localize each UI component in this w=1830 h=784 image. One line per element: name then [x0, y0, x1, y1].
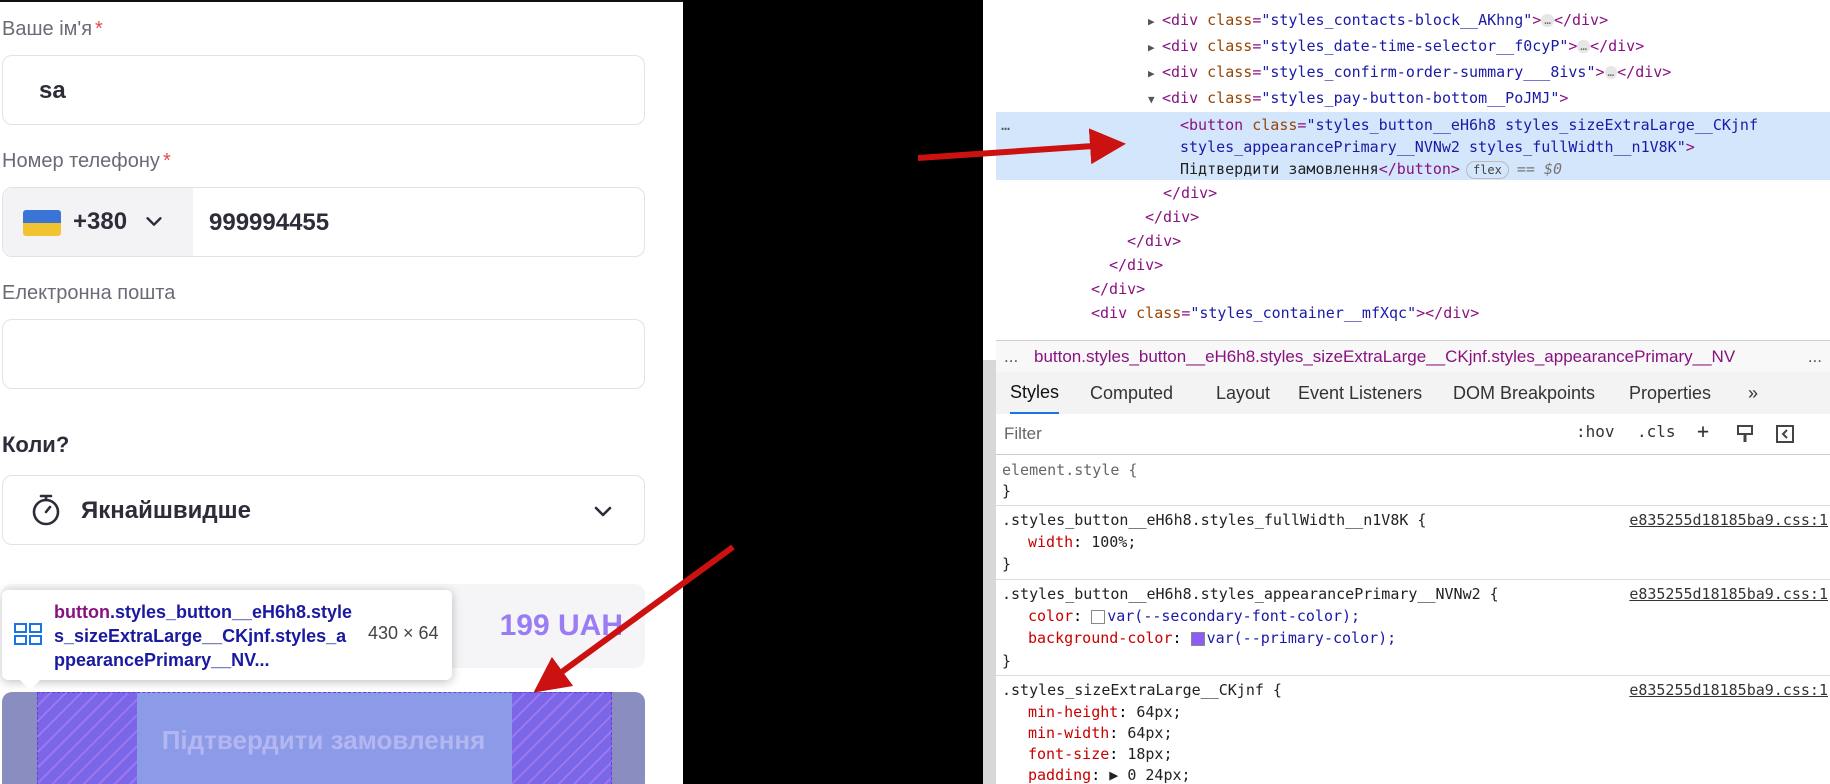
- devtools-scrollbar[interactable]: [983, 360, 996, 784]
- dom-node-expanded[interactable]: ▼ <div class="styles_pay-button-bottom__P…: [1148, 87, 1568, 111]
- paint-brush-icon[interactable]: [1735, 424, 1755, 444]
- email-label: Електронна пошта: [2, 282, 176, 304]
- css-rule: .styles_button__eH6h8.styles_appearanceP…: [996, 579, 1830, 676]
- tooltip-size: 430 × 64: [368, 623, 439, 643]
- tooltip-selector: button.styles_button__eH6h8.styles_sizeE…: [54, 602, 353, 670]
- country-code-select[interactable]: +380: [3, 188, 193, 256]
- styles-pane: element.style { } .styles_button__eH6h8.…: [996, 455, 1830, 784]
- breadcrumb-more-left[interactable]: ...: [1004, 341, 1018, 373]
- dom-node[interactable]: ▶ <div class="styles_contacts-block__AKhn…: [1148, 9, 1608, 33]
- css-declaration[interactable]: color: var(--secondary-font-color);: [1028, 606, 1360, 627]
- closing-tag: </div>: [1109, 256, 1164, 274]
- top-border: [0, 0, 683, 2]
- confirm-order-button[interactable]: Підтвердити замовлення: [2, 692, 645, 784]
- new-rule-button[interactable]: +: [1697, 419, 1709, 443]
- confirm-order-label: Підтвердити замовлення: [161, 725, 486, 755]
- closing-tag: </div>: [1091, 280, 1146, 298]
- inspector-tooltip: button.styles_button__eH6h8.styles_sizeE…: [2, 590, 452, 690]
- tab-properties[interactable]: Properties: [1629, 372, 1711, 414]
- rule-selector: .styles_button__eH6h8.styles_appearanceP…: [1002, 585, 1499, 603]
- rule-close: }: [1002, 652, 1012, 670]
- selected-button-node[interactable]: <button class="styles_button__eH6h8 styl…: [1180, 114, 1758, 136]
- rule-selector: .styles_sizeExtraLarge__CKjnf {: [1002, 681, 1282, 699]
- css-rule: element.style { }: [996, 455, 1830, 506]
- css-rule: .styles_sizeExtraLarge__CKjnf { e835255d…: [996, 675, 1830, 784]
- flex-layout-icon: [14, 623, 42, 645]
- email-field[interactable]: [2, 319, 645, 389]
- css-declaration[interactable]: min-height: 64px;: [1028, 702, 1182, 723]
- tab-dom-breakpoints[interactable]: DOM Breakpoints: [1453, 372, 1595, 414]
- css-declaration[interactable]: background-color: var(--primary-color);: [1028, 628, 1396, 649]
- dom-node[interactable]: <div class="styles_container__mfXqc"></d…: [1091, 302, 1479, 324]
- css-declaration[interactable]: width: 100%;: [1028, 532, 1136, 553]
- phone-number-input[interactable]: 999994455: [209, 188, 329, 258]
- tab-computed[interactable]: Computed: [1090, 372, 1173, 414]
- elements-tree: ▶ <div class="styles_contacts-block__AKhn…: [983, 0, 1830, 340]
- filter-input[interactable]: [1002, 420, 1566, 448]
- rule-source-link[interactable]: e835255d18185ba9.css:1: [1629, 679, 1828, 701]
- tab-more[interactable]: »: [1748, 372, 1758, 414]
- closing-tag: </div>: [1127, 232, 1182, 250]
- stopwatch-icon: [32, 494, 60, 526]
- chevron-down-icon: [146, 217, 162, 226]
- chevron-down-icon: [594, 506, 612, 517]
- color-swatch-icon[interactable]: [1190, 631, 1205, 646]
- name-label: Ваше ім'я *: [2, 18, 103, 40]
- sidebar-toggle-icon[interactable]: [1775, 424, 1795, 444]
- selected-button-node-cont: styles_appearancePrimary__NVNw2 styles_f…: [1180, 138, 1695, 156]
- delivery-time-select[interactable]: Якнайшвидше: [2, 475, 645, 545]
- rule-close: }: [1002, 482, 1012, 500]
- rule-source-link[interactable]: e835255d18185ba9.css:1: [1629, 509, 1828, 531]
- node-menu-dots[interactable]: …: [1001, 114, 1010, 136]
- order-form-panel: Ваше ім'я * sa Номер телефону * +380 99999…: [0, 0, 683, 784]
- rule-selector: element.style {: [1002, 461, 1138, 479]
- country-code: +380: [73, 208, 128, 235]
- breadcrumb-item[interactable]: button.styles_button__eH6h8.styles_sizeE…: [1034, 341, 1735, 373]
- color-swatch-icon[interactable]: [1091, 609, 1106, 624]
- closing-tag: </div>: [1163, 184, 1218, 202]
- tab-layout[interactable]: Layout: [1216, 372, 1270, 414]
- tab-event-listeners[interactable]: Event Listeners: [1298, 372, 1422, 414]
- delivery-time-value: Якнайшвидше: [81, 497, 251, 524]
- rule-source-link[interactable]: e835255d18185ba9.css:1: [1629, 583, 1828, 605]
- css-declaration[interactable]: padding: ▶ 0 24px;: [1028, 765, 1191, 784]
- hov-toggle[interactable]: :hov: [1576, 422, 1615, 441]
- order-price: 199 UAH: [499, 609, 623, 642]
- devtools-panel: ▶ <div class="styles_contacts-block__AKhn…: [983, 0, 1830, 784]
- breadcrumb: ... button.styles_button__eH6h8.styles_s…: [996, 340, 1830, 374]
- cls-toggle[interactable]: .cls: [1637, 422, 1676, 441]
- phone-field: +380 999994455: [2, 187, 645, 257]
- name-value: sa: [39, 77, 66, 104]
- styles-tabs: Styles Computed Layout Event Listeners D…: [996, 372, 1830, 415]
- flex-badge[interactable]: flex: [1465, 160, 1509, 179]
- name-field[interactable]: sa: [2, 55, 645, 125]
- closing-tag: </div>: [1145, 208, 1200, 226]
- rule-close: }: [1002, 555, 1012, 573]
- dom-node[interactable]: ▶ <div class="styles_confirm-order-summar…: [1148, 61, 1671, 85]
- breadcrumb-more-right[interactable]: ...: [1801, 341, 1822, 373]
- delivery-time-label: Коли?: [2, 432, 70, 457]
- phone-label: Номер телефону *: [2, 150, 171, 172]
- rule-selector: .styles_button__eH6h8.styles_fullWidth__…: [1002, 511, 1427, 529]
- dom-node[interactable]: ▶ <div class="styles_date-time-selector__…: [1148, 35, 1644, 59]
- ukraine-flag-icon: [23, 210, 61, 236]
- filter-bar: :hov .cls +: [996, 414, 1830, 455]
- tab-styles[interactable]: Styles: [1010, 372, 1060, 415]
- css-rule: .styles_button__eH6h8.styles_fullWidth__…: [996, 505, 1830, 580]
- css-declaration[interactable]: min-width: 64px;: [1028, 723, 1173, 744]
- css-declaration[interactable]: font-size: 18px;: [1028, 744, 1173, 765]
- selected-button-node-text: Підтвердити замовлення</button> flex == $0: [1180, 160, 1563, 179]
